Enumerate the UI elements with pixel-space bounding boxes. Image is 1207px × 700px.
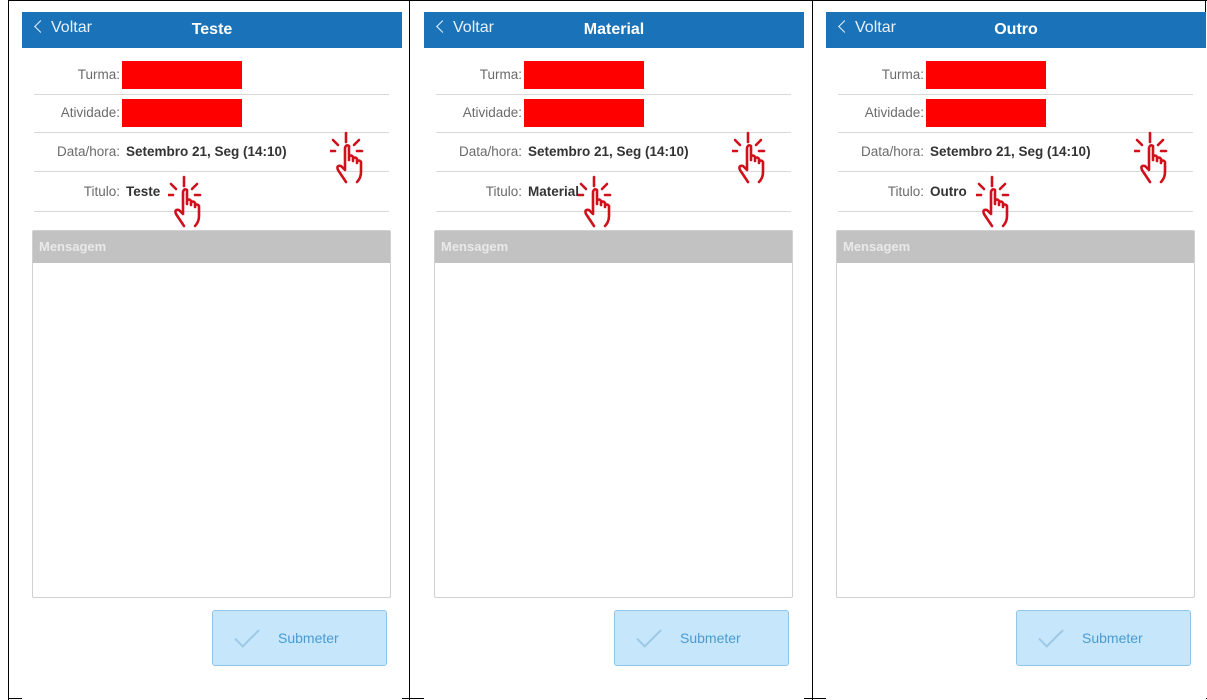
atividade-row: Atividade:: [838, 94, 1193, 133]
tap-hand-icon: [578, 175, 612, 228]
atividade-label: Atividade:: [864, 105, 924, 120]
tap-hand-icon: [976, 175, 1010, 228]
turma-label: Turma:: [77, 67, 120, 82]
titulo-value[interactable]: Outro: [930, 184, 967, 199]
tap-hand-icon: [330, 131, 364, 184]
submit-button[interactable]: Submeter: [212, 610, 387, 666]
titulo-value[interactable]: Material: [528, 184, 579, 199]
divider: [812, 0, 813, 700]
turma-label: Turma:: [479, 67, 522, 82]
atividade-field[interactable]: [122, 99, 242, 127]
datahora-value[interactable]: Setembro 21, Seg (14:10): [126, 144, 287, 159]
datahora-value[interactable]: Setembro 21, Seg (14:10): [930, 144, 1091, 159]
checkmark-icon: [1038, 622, 1064, 648]
message-box[interactable]: Mensagem: [836, 230, 1195, 598]
submit-label: Submeter: [680, 630, 741, 646]
tap-hand-icon: [1134, 131, 1168, 184]
message-header: Mensagem: [33, 231, 390, 263]
message-box[interactable]: Mensagem: [32, 230, 391, 598]
atividade-field[interactable]: [926, 99, 1046, 127]
divider: [8, 0, 9, 700]
atividade-row: Atividade:: [34, 94, 389, 133]
submit-label: Submeter: [1082, 630, 1143, 646]
titulo-value[interactable]: Teste: [126, 184, 160, 199]
datahora-value[interactable]: Setembro 21, Seg (14:10): [528, 144, 689, 159]
screen-material: Voltar Material Turma: Atividade: Data/h…: [424, 12, 804, 700]
top-bar: Voltar Material: [424, 12, 804, 48]
turma-field[interactable]: [926, 61, 1046, 89]
tap-hand-icon: [732, 131, 766, 184]
atividade-label: Atividade:: [60, 105, 120, 120]
turma-field[interactable]: [122, 61, 242, 89]
submit-button[interactable]: Submeter: [614, 610, 789, 666]
top-bar: Voltar Outro: [826, 12, 1206, 48]
turma-label: Turma:: [881, 67, 924, 82]
screen-outro: Voltar Outro Turma: Atividade: Data/hora…: [826, 12, 1206, 700]
titulo-label: Titulo:: [887, 184, 924, 199]
message-header: Mensagem: [837, 231, 1194, 263]
submit-label: Submeter: [278, 630, 339, 646]
checkmark-icon: [234, 622, 260, 648]
page-title: Teste: [191, 21, 233, 38]
message-header: Mensagem: [435, 231, 792, 263]
checkmark-icon: [636, 622, 662, 648]
tap-hand-icon: [168, 175, 202, 228]
atividade-label: Atividade:: [462, 105, 522, 120]
turma-row: Turma:: [436, 56, 791, 95]
titulo-label: Titulo:: [485, 184, 522, 199]
page-title: Outro: [994, 21, 1038, 38]
screen-teste: Voltar Teste Turma: Atividade: Data/hora…: [22, 12, 402, 700]
datahora-label: Data/hora:: [458, 144, 522, 159]
submit-button[interactable]: Submeter: [1016, 610, 1191, 666]
page-title: Material: [583, 21, 645, 38]
turma-row: Turma:: [34, 56, 389, 95]
titulo-label: Titulo:: [83, 184, 120, 199]
turma-field[interactable]: [524, 61, 644, 89]
divider: [409, 0, 410, 700]
datahora-label: Data/hora:: [860, 144, 924, 159]
atividade-row: Atividade:: [436, 94, 791, 133]
message-box[interactable]: Mensagem: [434, 230, 793, 598]
turma-row: Turma:: [838, 56, 1193, 95]
top-bar: Voltar Teste: [22, 12, 402, 48]
atividade-field[interactable]: [524, 99, 644, 127]
datahora-label: Data/hora:: [56, 144, 120, 159]
